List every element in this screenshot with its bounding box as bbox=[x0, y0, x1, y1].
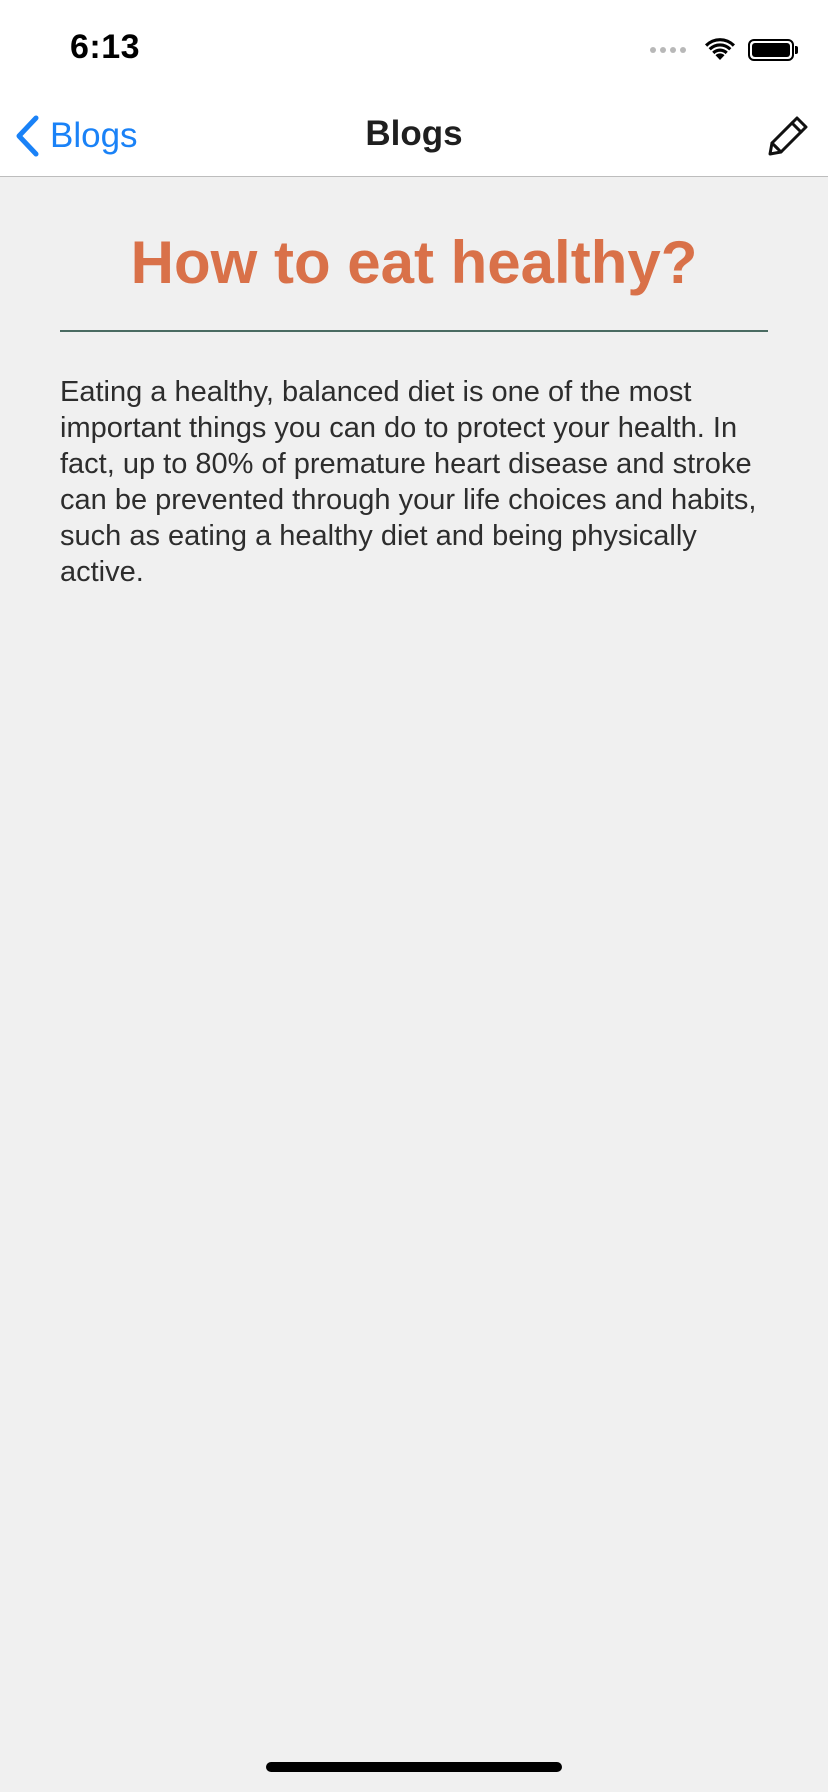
article-title: How to eat healthy? bbox=[130, 229, 698, 296]
edit-button[interactable] bbox=[762, 110, 814, 162]
title-divider bbox=[60, 330, 768, 332]
status-bar: 6:13 bbox=[0, 0, 828, 96]
cellular-signal-icon bbox=[650, 47, 686, 53]
navigation-bar: Blogs Blogs bbox=[0, 96, 828, 177]
pencil-icon bbox=[768, 116, 808, 156]
article-content: How to eat healthy? Eating a healthy, ba… bbox=[60, 176, 768, 619]
battery-icon bbox=[748, 39, 798, 61]
nav-title: Blogs bbox=[365, 114, 463, 153]
status-time: 6:13 bbox=[70, 28, 141, 66]
home-indicator[interactable] bbox=[266, 1762, 562, 1772]
status-indicators bbox=[650, 36, 798, 64]
wifi-icon bbox=[705, 38, 735, 60]
article-body: Eating a healthy, balanced diet is one o… bbox=[60, 376, 757, 588]
